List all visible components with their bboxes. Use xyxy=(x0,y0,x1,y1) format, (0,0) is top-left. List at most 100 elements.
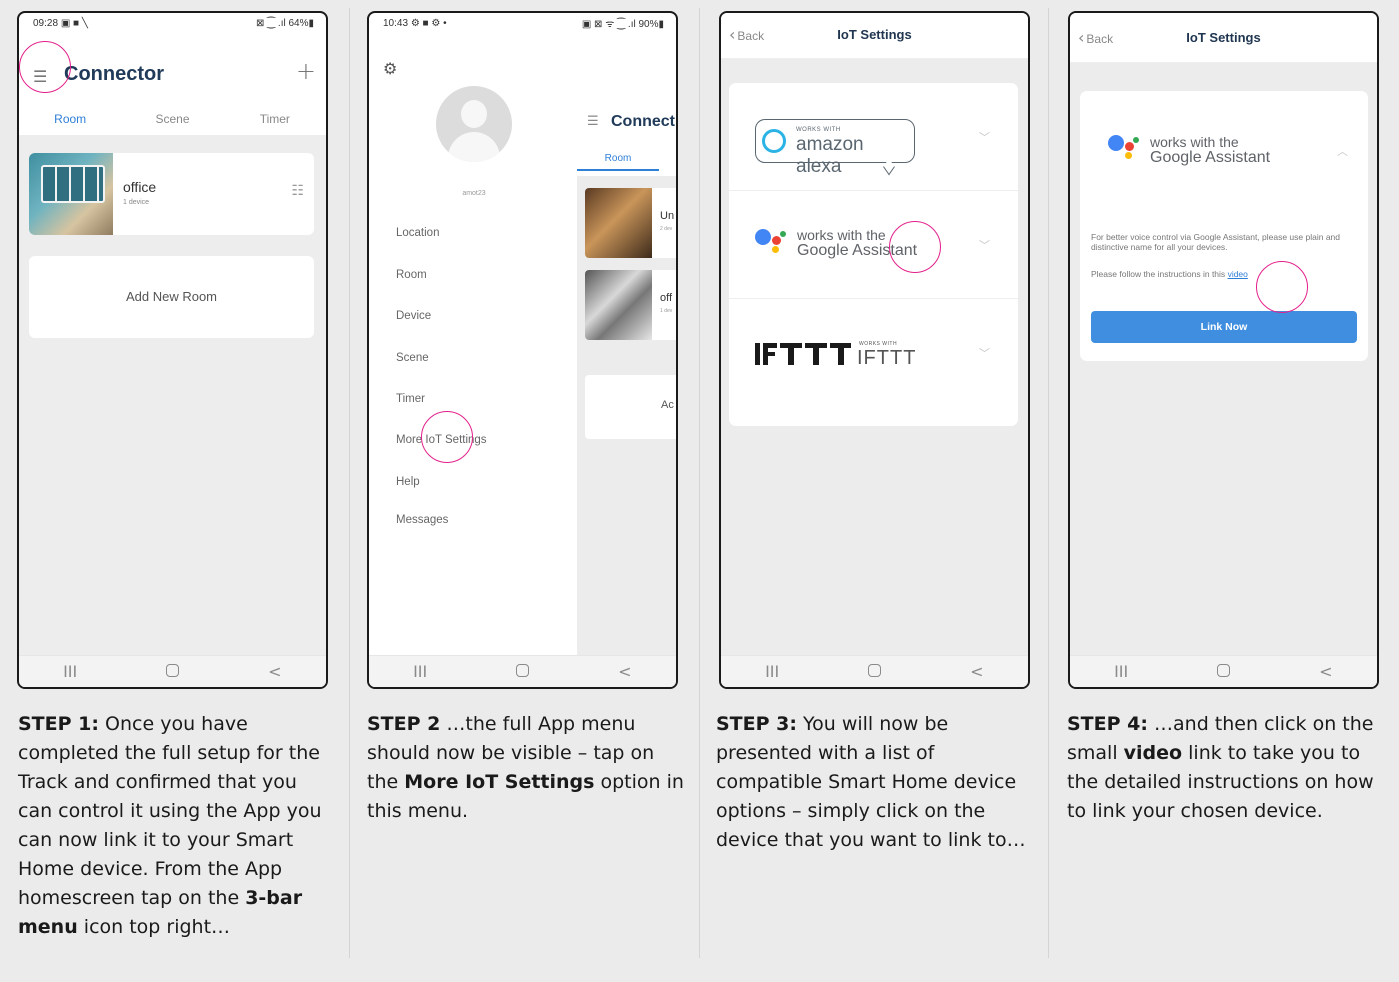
link-now-button[interactable]: Link Now xyxy=(1091,311,1357,343)
avatar[interactable] xyxy=(436,86,512,162)
ifttt-name: IFTTT xyxy=(857,347,917,369)
add-new-room-button[interactable]: Add New Room xyxy=(29,256,314,338)
bg-add-label: Ac xyxy=(661,399,674,411)
iot-options: WORKS WITH amazon alexa ﹀ works with the… xyxy=(721,59,1028,655)
android-nav-bar: III < xyxy=(1070,655,1377,687)
bg-add-room: Ac xyxy=(585,375,676,439)
status-bar: 10:43 ⚙ ■ ⚙ • ▣ ⊠ ᯤ ⁐ .ıl 90%▮ xyxy=(369,13,676,33)
menu-item-messages[interactable]: Messages xyxy=(396,514,448,526)
menu-item-device[interactable]: Device xyxy=(396,310,431,322)
chevron-up-icon[interactable]: ︿ xyxy=(1337,143,1348,159)
phone-screen-step1: 09:28 ▣ ■ ╲ ⊠ ⁐ .ıl 64%▮ ☰ Connector + R… xyxy=(17,11,328,689)
column-divider xyxy=(349,8,350,958)
recent-apps-icon[interactable]: III xyxy=(752,662,792,681)
step2-bold: More IoT Settings xyxy=(404,771,595,793)
menu-item-location[interactable]: Location xyxy=(396,227,439,239)
app-title: Connector xyxy=(64,63,164,85)
chevron-down-icon: ﹀ xyxy=(979,347,990,360)
step2-caption: STEP 2 …the full App menu should now be … xyxy=(367,710,685,826)
home-icon[interactable] xyxy=(1203,662,1243,681)
recent-apps-icon[interactable]: III xyxy=(400,662,440,681)
service-row-google-assistant[interactable]: works with the Google Assistant ﹀ xyxy=(729,191,1018,299)
room-card-office[interactable]: office 1 device ☷ xyxy=(29,153,314,235)
instructions-text: For better voice control via Google Assi… xyxy=(1091,232,1341,252)
bg-room-name: off xyxy=(660,292,673,304)
google-assistant-icon xyxy=(1108,133,1142,159)
phone-screen-step2: 10:43 ⚙ ■ ⚙ • ▣ ⊠ ᯤ ⁐ .ıl 90%▮ Un 2 dev … xyxy=(367,11,678,689)
add-icon[interactable]: + xyxy=(296,57,316,85)
status-time: 10:43 xyxy=(383,17,409,29)
ifttt-logo-icon xyxy=(755,343,851,365)
bg-room-card: Un 2 dev xyxy=(585,188,676,258)
step4-caption: STEP 4: …and then click on the small vid… xyxy=(1067,710,1391,826)
android-nav-bar: III < xyxy=(721,655,1028,687)
room-photo xyxy=(585,188,652,258)
menu-item-scene[interactable]: Scene xyxy=(396,352,429,364)
page-title: IoT Settings xyxy=(1186,30,1261,45)
column-divider xyxy=(1048,8,1049,958)
column-divider xyxy=(699,8,700,958)
android-nav-bar: III < xyxy=(19,655,326,687)
tab-timer[interactable]: Timer xyxy=(224,108,326,133)
chevron-down-icon: ﹀ xyxy=(979,131,990,144)
status-time: 09:28 xyxy=(33,17,59,29)
bg-room-name: Un xyxy=(660,210,675,222)
background-header: ☰ Connect Room xyxy=(577,33,676,176)
bg-tab-room: Room xyxy=(577,153,659,171)
service-row-alexa[interactable]: WORKS WITH amazon alexa ﹀ xyxy=(729,83,1018,191)
home-icon[interactable] xyxy=(502,662,542,681)
step1-caption: STEP 1: Once you have completed the full… xyxy=(18,710,336,942)
back-nav-icon[interactable]: < xyxy=(255,662,295,681)
back-nav-icon[interactable]: < xyxy=(1306,662,1346,681)
room-photo xyxy=(585,270,652,340)
phone-screen-step3: ‹ Back IoT Settings WORKS WITH amazon ale… xyxy=(719,11,1030,689)
step1-text: Once you have completed the full setup f… xyxy=(18,713,322,909)
menu-item-timer[interactable]: Timer xyxy=(396,393,425,405)
recent-apps-icon[interactable]: III xyxy=(1101,662,1141,681)
menu-item-help[interactable]: Help xyxy=(396,476,420,488)
hamburger-menu-icon[interactable]: ☰ xyxy=(33,67,47,86)
video-link[interactable]: video xyxy=(1228,269,1248,279)
room-device-count: 1 device xyxy=(123,199,150,206)
alexa-name: amazon alexa xyxy=(796,134,864,177)
step1-tail: icon top right… xyxy=(77,916,231,938)
step3-caption: STEP 3: You will now be presented with a… xyxy=(716,710,1034,855)
room-photo xyxy=(29,153,113,235)
status-icons: ⚙ ■ ⚙ • xyxy=(410,17,447,29)
bg-room-sub: 2 dev xyxy=(660,226,673,232)
home-icon[interactable] xyxy=(152,662,192,681)
menu-item-more-iot-settings[interactable]: More IoT Settings xyxy=(396,434,487,446)
page-title: IoT Settings xyxy=(837,27,912,42)
bg-room-sub: 1 dev xyxy=(660,308,673,314)
step2-label: STEP 2 xyxy=(367,713,441,735)
room-name: office xyxy=(123,179,157,195)
back-nav-icon[interactable]: < xyxy=(605,662,645,681)
service-list: WORKS WITH amazon alexa ﹀ works with the… xyxy=(729,83,1018,426)
follow-text: Please follow the instructions in this v… xyxy=(1091,269,1248,279)
bg-room-card: off 1 dev xyxy=(585,270,676,340)
step4-bold: video xyxy=(1123,742,1183,764)
home-icon[interactable] xyxy=(854,662,894,681)
status-right: ▣ ⊠ ᯤ ⁐ .ıl 90%▮ xyxy=(581,19,664,30)
phone-screen-step4: ‹ Back IoT Settings works with the Google… xyxy=(1068,11,1379,689)
back-nav-icon[interactable]: < xyxy=(957,662,997,681)
menu-item-room[interactable]: Room xyxy=(396,269,427,281)
status-right: ⊠ ⁐ .ıl 64%▮ xyxy=(255,17,314,29)
recent-apps-icon[interactable]: III xyxy=(50,662,90,681)
follow-label: Please follow the instructions in this xyxy=(1091,269,1226,279)
service-row-ifttt[interactable]: WORKS WITH IFTTT ﹀ xyxy=(729,299,1018,407)
user-name: amot23 xyxy=(462,190,486,197)
room-list: office 1 device ☷ Add New Room xyxy=(19,135,326,655)
gear-icon[interactable]: ⚙ xyxy=(383,59,397,78)
app-header: ☰ Connector + Room Scene Timer xyxy=(19,33,326,143)
alexa-works-with: WORKS WITH xyxy=(796,127,841,133)
step3-label: STEP 3: xyxy=(716,713,797,735)
app-header: ‹ Back IoT Settings xyxy=(1070,13,1377,63)
bg-app-title: Connect xyxy=(611,113,675,130)
sliders-icon[interactable]: ☷ xyxy=(291,183,304,199)
tab-scene[interactable]: Scene xyxy=(121,108,223,133)
alexa-logo: WORKS WITH amazon alexa xyxy=(755,119,915,177)
chevron-down-icon: ﹀ xyxy=(979,239,990,252)
hamburger-menu-icon: ☰ xyxy=(587,114,599,129)
tab-room[interactable]: Room xyxy=(19,108,122,137)
